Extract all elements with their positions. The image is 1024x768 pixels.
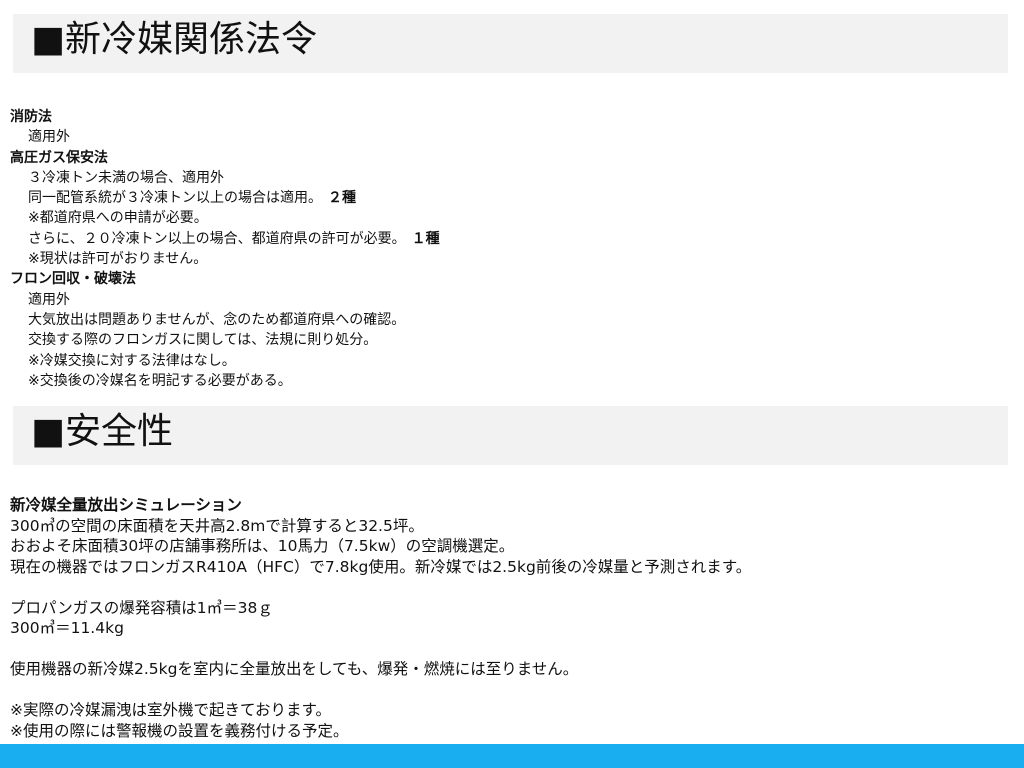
gas-law-line: ３冷凍トン未満の場合、適用外 — [28, 169, 224, 186]
section-title-safety: ■安全性 — [31, 411, 174, 452]
freon-law-heading: フロン回収・破壊法 — [10, 271, 136, 288]
grade-label: ２種 — [328, 190, 356, 207]
gas-law-line-text: 同一配管系統が３冷凍トン以上の場合は適用。 — [28, 190, 322, 207]
section-header-law: ■新冷媒関係法令 — [13, 14, 1008, 73]
gas-law-line: ※都道府県への申請が必要。 — [28, 210, 208, 227]
gas-law-line: さらに、２０冷凍トン以上の場合、都道府県の許可が必要。 １種 — [10, 229, 1010, 249]
safety-line: プロパンガスの爆発容積は1㎥＝38ｇ — [10, 598, 273, 617]
section-title-law: ■新冷媒関係法令 — [31, 19, 318, 60]
safety-note: ※使用の際には警報機の設置を義務付ける予定。 — [10, 721, 349, 740]
fire-law-heading: 消防法 — [10, 109, 52, 125]
law-section: 消防法 適用外 高圧ガス保安法 ３冷凍トン未満の場合、適用外 同一配管系統が３冷… — [10, 107, 1010, 391]
safety-section: 新冷媒全量放出シミュレーション 300㎥の空間の床面積を天井高2.8mで計算する… — [10, 495, 1010, 741]
safety-line: 現在の機器ではフロンガスR410A（HFC）で7.8kg使用。新冷媒では2.5k… — [10, 557, 752, 576]
freon-law-line: 交換する際のフロンガスに関しては、法規に則り処分。 — [28, 332, 378, 349]
freon-law-line: ※交換後の冷媒名を明記する必要がある。 — [28, 372, 292, 389]
safety-line: 使用機器の新冷媒2.5kgを室内に全量放出をしても、爆発・燃焼には至りません。 — [10, 660, 579, 678]
safety-note: ※実際の冷媒漏洩は室外機で起きております。 — [10, 701, 331, 719]
gas-law-heading: 高圧ガス保安法 — [10, 149, 108, 166]
grade-label: １種 — [411, 230, 440, 247]
freon-law-line: 適用外 — [28, 291, 70, 308]
footer-bar — [0, 744, 1024, 768]
safety-line: 300㎥の空間の床面積を天井高2.8mで計算すると32.5坪。 — [10, 516, 424, 535]
section-header-safety: ■安全性 — [13, 406, 1008, 465]
safety-line: おおよそ床面積30坪の店舗事務所は、10馬力（7.5kw）の空調機選定。 — [10, 537, 515, 555]
safety-line: 300㎥＝11.4kg — [10, 619, 124, 637]
fire-law-line: 適用外 — [28, 129, 70, 146]
gas-law-line: 同一配管系統が３冷凍トン以上の場合は適用。 ２種 — [10, 188, 1010, 208]
gas-law-line: ※現状は許可がおりません。 — [28, 251, 208, 268]
gas-law-line-text: さらに、２０冷凍トン以上の場合、都道府県の許可が必要。 — [28, 230, 406, 247]
freon-law-line: ※冷媒交換に対する法律はなし。 — [28, 352, 236, 369]
freon-law-line: 大気放出は問題ありませんが、念のため都道府県への確認。 — [28, 311, 406, 328]
simulation-heading: 新冷媒全量放出シミュレーション — [10, 496, 242, 514]
